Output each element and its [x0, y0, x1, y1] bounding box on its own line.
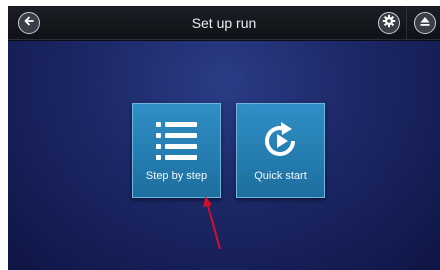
quick-start-label: Quick start: [254, 170, 307, 182]
quick-start-button[interactable]: Quick start: [236, 103, 325, 198]
list-icon: [133, 120, 220, 162]
eject-area: [406, 6, 440, 40]
gear-icon: [382, 14, 396, 33]
step-by-step-button[interactable]: Step by step: [132, 103, 221, 198]
eject-icon: [418, 14, 432, 33]
settings-button[interactable]: [378, 12, 400, 34]
header-bar: Set up run: [8, 6, 440, 40]
main-area: Step by step Quick start: [8, 41, 440, 270]
instrument-screen: Set up run Step by step Quick start: [8, 6, 440, 270]
eject-button[interactable]: [414, 12, 436, 34]
play-refresh-icon: [237, 120, 324, 162]
page-title: Set up run: [191, 15, 257, 31]
step-by-step-label: Step by step: [145, 170, 208, 182]
